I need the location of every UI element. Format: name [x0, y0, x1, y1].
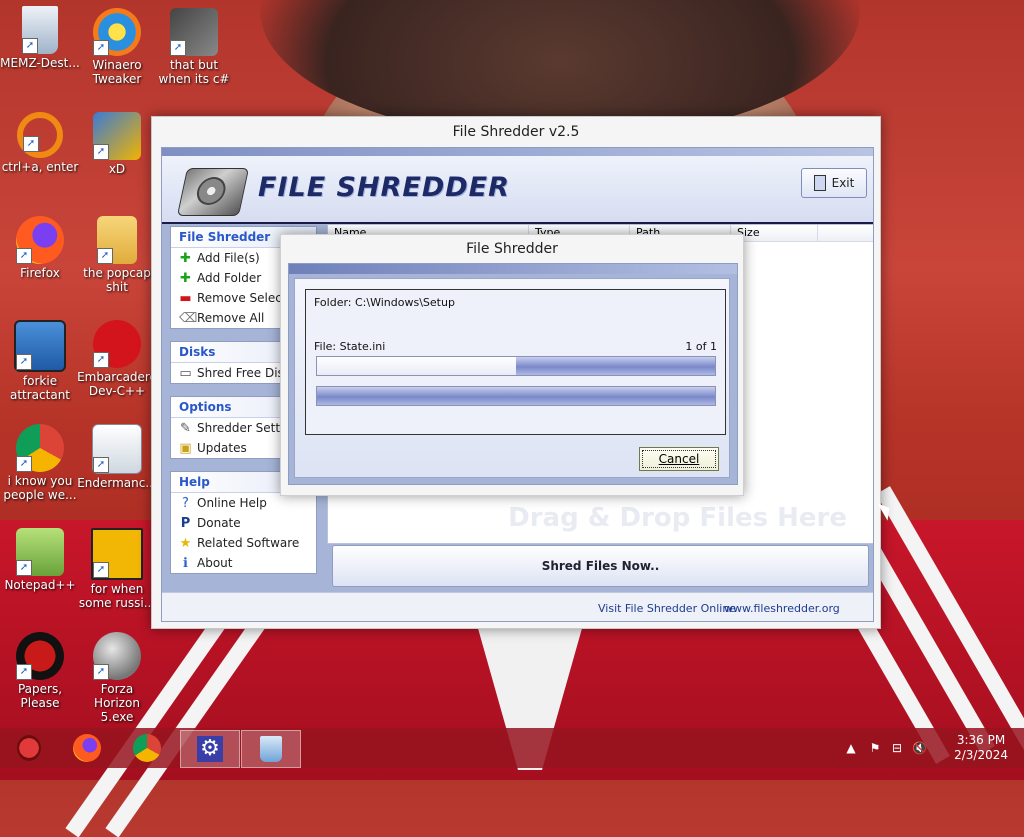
current-file-text: File: State.ini: [314, 340, 386, 353]
wallpaper-stripe: [876, 486, 1024, 754]
progress-box: Folder: C:\Windows\Setup File: State.ini…: [305, 289, 726, 435]
file-progress-bar: [316, 356, 716, 376]
clock-time: 3:36 PM: [956, 733, 1006, 747]
desktop-icon-notepadpp[interactable]: ➚ Notepad++: [0, 528, 80, 592]
help-icon: ?: [182, 495, 189, 511]
flash-icon: ➚: [93, 632, 141, 680]
file-progress-fill: [516, 357, 715, 375]
dialog-strip: [289, 264, 737, 274]
desktop-icon-chrome[interactable]: ➚ i know you people we...: [0, 424, 80, 502]
hard-disk-logo-icon: [176, 168, 250, 216]
exit-label: Exit: [831, 176, 855, 190]
recycle-bin-icon: [260, 736, 282, 762]
door-exit-icon: [813, 175, 826, 191]
disk-icon: ▭: [179, 365, 192, 381]
desktop-icon-russi[interactable]: ➚ for when some russi...: [77, 528, 157, 610]
recycle-bin-icon: ➚: [22, 6, 58, 54]
desktop-icon-papers-please[interactable]: ➚ Papers, Please: [0, 632, 80, 710]
related-software-item[interactable]: ★ Related Software: [171, 533, 316, 553]
firefox-icon: [73, 734, 101, 762]
visit-online-link[interactable]: Visit File Shredder Online: [598, 602, 736, 615]
minus-icon: ▬: [179, 290, 192, 306]
monitor-gear-icon: ➚: [14, 320, 66, 372]
taskbar-app-firefox[interactable]: [58, 730, 116, 766]
dialog-title: File Shredder: [466, 241, 558, 257]
desktop-icon-popcap[interactable]: ➚ the popcap shit: [77, 216, 157, 294]
desktop-icon-winaero[interactable]: ➚ Winaero Tweaker: [77, 8, 157, 86]
folder-icon: ➚: [97, 216, 137, 264]
current-folder-text: Folder: C:\Windows\Setup: [314, 296, 455, 309]
window-screenshot-icon: ➚: [92, 424, 142, 474]
donate-item[interactable]: P Donate: [171, 513, 316, 533]
cancel-button[interactable]: Cancel: [639, 447, 719, 471]
winaero-icon: ➚: [93, 8, 141, 56]
dialog-body: Folder: C:\Windows\Setup File: State.ini…: [288, 263, 738, 485]
desktop-icon-forkie[interactable]: ➚ forkie attractant: [0, 320, 80, 402]
volume-muted-icon[interactable]: 🔇: [912, 741, 927, 755]
desktop-icon-forza[interactable]: ➚ Forza Horizon 5.exe: [77, 632, 157, 724]
info-icon: ℹ: [183, 555, 188, 571]
clock[interactable]: 3:36 PM 2/3/2024: [954, 733, 1008, 763]
column-size[interactable]: Size: [731, 225, 818, 241]
network-icon[interactable]: ⊟: [890, 741, 904, 755]
app-topbar: [162, 148, 873, 156]
chrome-icon: [133, 734, 161, 762]
taskbar-app-chrome[interactable]: [118, 730, 176, 766]
desktop-icon-ctrl-a-enter[interactable]: ➚ ctrl+a, enter: [0, 112, 80, 174]
papers-please-icon: ➚: [16, 632, 64, 680]
desktop-icon-firefox[interactable]: ➚ Firefox: [0, 216, 80, 280]
drop-hint: Drag & Drop Files Here: [508, 503, 847, 533]
taskbar: ⚙ ▲ ⚑ ⊟ 🔇 3:36 PM 2/3/2024: [0, 728, 1024, 768]
desktop-icon-memz[interactable]: ➚ MEMZ-Dest...: [0, 6, 80, 70]
online-help-item[interactable]: ? Online Help: [171, 493, 316, 513]
firefox-icon: ➚: [16, 216, 64, 264]
orange-search-icon: ➚: [17, 112, 63, 158]
taskbar-app-settings[interactable]: ⚙: [180, 730, 240, 768]
plus-icon: ✚: [180, 270, 191, 286]
desktop-icon-xd[interactable]: ➚ xD: [77, 112, 157, 176]
bug-icon: [17, 735, 41, 761]
settings-gear-icon: ⚙: [197, 736, 223, 762]
devcpp-icon: ➚: [93, 320, 141, 368]
shredding-progress-dialog: File Shredder Folder: C:\Windows\Setup F…: [280, 234, 744, 496]
desktop-icon-endermanch[interactable]: ➚ Endermanc...: [77, 424, 157, 490]
logo-text: FILE SHREDDER: [258, 172, 510, 203]
eraser-icon: ⌫: [179, 310, 198, 326]
total-progress-fill: [317, 387, 715, 405]
updates-icon: ▣: [179, 440, 192, 456]
star-icon: ★: [179, 535, 192, 551]
desktop-icon-devcpp[interactable]: ➚ Embarcadero Dev-C++: [77, 320, 157, 398]
exit-button[interactable]: Exit: [801, 168, 867, 198]
de-icon: ➚: [91, 528, 143, 580]
taskbar-app-bug[interactable]: [0, 730, 58, 766]
plus-icon: ✚: [180, 250, 191, 266]
total-progress-bar: [316, 386, 716, 406]
stacked-windows-icon: ➚: [170, 8, 218, 56]
chrome-icon: ➚: [16, 424, 64, 472]
notepadpp-icon: ➚: [16, 528, 64, 576]
chevron-up-icon[interactable]: ▲: [844, 741, 858, 755]
file-count-text: 1 of 1: [685, 340, 717, 353]
donate-icon: P: [180, 515, 191, 531]
system-tray: ▲ ⚑ ⊟ 🔇 3:36 PM 2/3/2024: [844, 728, 1024, 768]
hxd-icon: ➚: [93, 112, 141, 160]
shred-files-now-button[interactable]: Shred Files Now..: [332, 545, 869, 587]
clock-date: 2/3/2024: [954, 748, 1008, 762]
status-bar: Visit File Shredder Online www.fileshred…: [162, 592, 873, 621]
app-header: FILE SHREDDER Exit: [162, 156, 873, 224]
website-link[interactable]: www.fileshredder.org: [724, 602, 840, 615]
settings-icon: ✎: [180, 420, 191, 436]
flag-icon[interactable]: ⚑: [868, 741, 882, 755]
desktop-icon-that-but-when-its-csharp[interactable]: ➚ that but when its c#: [154, 8, 234, 86]
taskbar-app-file-shredder[interactable]: [241, 730, 301, 768]
dialog-inner: Folder: C:\Windows\Setup File: State.ini…: [294, 278, 730, 478]
about-item[interactable]: ℹ About: [171, 553, 316, 573]
window-title: File Shredder v2.5: [152, 117, 880, 147]
file-progress-remaining: [317, 357, 516, 375]
